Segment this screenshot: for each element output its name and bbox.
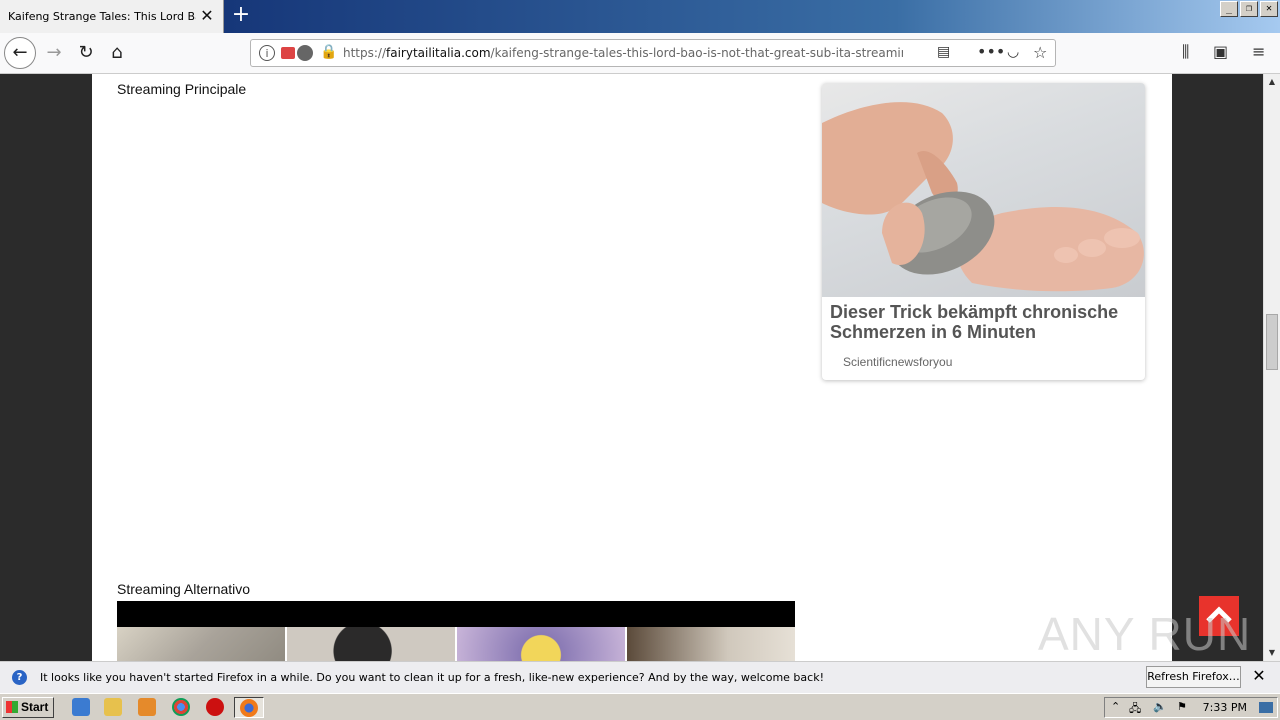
scroll-down-arrow-icon[interactable]: ▼ [1266,647,1278,659]
volume-icon[interactable]: 🔈 [1153,700,1167,713]
page-content: ‾ ‾ ‾ ‾ Streaming Principale Streaming A… [92,74,1172,661]
windows-logo-icon [6,701,18,713]
window-controls: _ ❐ ✕ [1220,1,1278,17]
reader-view-icon[interactable]: ▤ [937,44,950,60]
scroll-up-arrow-icon[interactable]: ▲ [1266,76,1278,88]
ad-title[interactable]: Dieser Trick bekämpft chronische Schmerz… [830,302,1135,342]
blocked-content-icon[interactable] [281,47,295,59]
close-tab-icon[interactable]: ✕ [198,7,216,25]
pocket-icon[interactable]: ◡ [1007,44,1019,60]
back-button[interactable]: ← [4,37,36,69]
internet-explorer-icon[interactable] [72,698,90,716]
thumbnail-image [117,627,285,661]
url-prefix: https:// [343,46,387,60]
media-player-icon[interactable] [138,698,156,716]
lock-icon[interactable]: 🔒 [320,44,337,60]
close-notification-icon[interactable]: ✕ [1250,667,1268,685]
notification-text: It looks like you haven't started Firefo… [40,671,824,684]
thumbnail-image [287,627,455,661]
watermark-logo: ANY RUN [1038,608,1252,660]
streaming-alt-label: Streaming Alternativo [117,581,251,597]
navigation-bar: ← → ↻ ⌂ i 🔒 https://fairytailitalia.com/… [0,33,1280,74]
library-icon[interactable]: ⫼ [1182,42,1189,62]
folder-icon[interactable] [104,698,122,716]
ad-source: Scientificnewsforyou [843,355,953,369]
reload-button[interactable]: ↻ [72,39,100,67]
start-button[interactable]: Start [2,697,54,718]
forward-button[interactable]: → [40,39,68,67]
clock[interactable]: 7:33 PM [1203,701,1247,714]
info-icon[interactable]: i [259,45,275,61]
home-button[interactable]: ⌂ [103,39,131,67]
url-bar[interactable]: i 🔒 https://fairytailitalia.com/kaifeng-… [250,39,1056,67]
chrome-icon[interactable] [172,698,190,716]
title-bar: Kaifeng Strange Tales: This Lord Bao is … [0,0,1280,33]
new-tab-button[interactable]: + [229,3,253,27]
help-icon: ? [12,670,27,685]
refresh-firefox-button[interactable]: Refresh Firefox… [1146,666,1241,688]
taskbar: Start ⌃ 🖧 🔈 ⚑ 7:33 PM [0,693,1280,720]
url-domain: fairytailitalia.com [386,46,491,60]
system-tray: ⌃ 🖧 🔈 ⚑ 7:33 PM [1104,697,1278,718]
restore-button[interactable]: ❐ [1240,1,1258,17]
flag-icon[interactable]: ⚑ [1177,700,1187,713]
menu-icon[interactable]: ≡ [1252,42,1265,61]
page-actions-icon[interactable]: ••• [977,42,1005,61]
permissions-icon[interactable] [297,45,313,61]
url-text[interactable]: https://fairytailitalia.com/kaifeng-stra… [343,46,903,60]
thumbnail-image [627,627,795,661]
url-path: /kaifeng-strange-tales-this-lord-bao-is-… [490,46,903,60]
page-scrollbar[interactable]: ▲ ▼ [1263,74,1280,661]
browser-tab[interactable]: Kaifeng Strange Tales: This Lord Bao is … [0,0,224,33]
alt-video-player[interactable] [117,601,795,627]
tab-title: Kaifeng Strange Tales: This Lord Bao is … [8,10,196,23]
firefox-icon [240,699,258,717]
network-icon[interactable]: 🖧 [1129,700,1141,719]
tray-expand-icon[interactable]: ⌃ [1111,700,1120,713]
notification-bar: ? It looks like you haven't started Fire… [0,661,1280,693]
video-thumbnails[interactable] [117,627,795,661]
bookmark-star-icon[interactable]: ☆ [1033,43,1047,62]
opera-icon[interactable] [206,698,224,716]
close-window-button[interactable]: ✕ [1260,1,1278,17]
thumbnail-image [457,627,625,661]
ad-image [822,83,1145,297]
scrollbar-thumb[interactable] [1266,314,1278,370]
start-label: Start [21,700,49,714]
minimize-button[interactable]: _ [1220,1,1238,17]
streaming-main-label: Streaming Principale [117,81,247,97]
cut-off-text: ‾ ‾ ‾ ‾ [117,74,147,80]
sidebar-icon[interactable]: ▣ [1213,42,1228,61]
taskbar-firefox-button[interactable] [234,697,264,718]
show-desktop-icon[interactable] [1259,702,1273,713]
main-video-area[interactable] [117,104,795,574]
foot-pumice-illustration [822,102,1144,292]
ad-card[interactable]: Dieser Trick bekämpft chronische Schmerz… [822,83,1145,380]
